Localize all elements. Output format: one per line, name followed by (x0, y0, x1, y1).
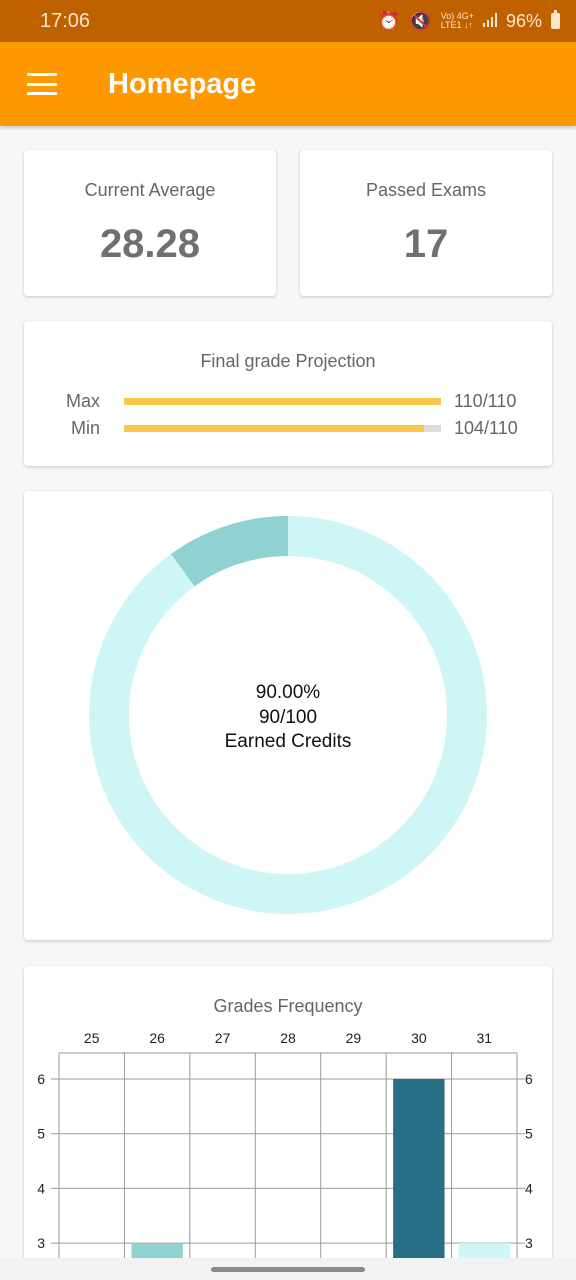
x-tick-label-25: 25 (84, 1030, 100, 1046)
projection-min-track (124, 425, 441, 432)
projection-min-bar (124, 425, 424, 432)
x-tick-label-31: 31 (476, 1030, 492, 1046)
grade-projection-card: Final grade Projection Max 110/110 Min 1… (24, 321, 552, 466)
current-average-label: Current Average (84, 180, 216, 200)
status-bar: 17:06 ⏰ 🔇 Vo) 4G+ LTE1 ↓↑ 96% (0, 0, 576, 42)
credits-caption: Earned Credits (224, 731, 352, 752)
x-tick-label-29: 29 (346, 1030, 362, 1046)
signal-icon (482, 11, 497, 32)
projection-max-track (124, 398, 441, 405)
credits-percent: 90.00% (255, 682, 321, 703)
y-tick-label-left: 3 (37, 1235, 45, 1251)
projection-title: Final grade Projection (200, 351, 376, 371)
projection-max-value: 110/110 (454, 391, 517, 411)
current-average-card: Current Average 28.28 (24, 150, 276, 296)
x-tick-label-28: 28 (280, 1030, 296, 1046)
y-tick-label-right: 4 (525, 1180, 533, 1196)
y-tick-label-right: 6 (525, 1071, 533, 1087)
y-tick-label-left: 5 (37, 1126, 45, 1142)
navigation-bar (0, 1258, 576, 1280)
status-icons: ⏰ 🔇 Vo) 4G+ LTE1 ↓↑ 96% (377, 10, 560, 32)
home-gesture-handle[interactable] (211, 1267, 365, 1272)
projection-max-row: Max 110/110 (24, 391, 552, 415)
credits-center-text: 90.00% 90/100 Earned Credits (24, 681, 552, 755)
grades-frequency-card: Grades Frequency 3 3 4 4 5 5 6 6 25 26 27 28 29 30 31 (24, 966, 552, 1280)
passed-exams-value: 17 (403, 222, 449, 266)
app-bar: Homepage (0, 42, 576, 126)
x-tick-label-26: 26 (149, 1030, 165, 1046)
battery-percent: 96% (505, 10, 542, 31)
y-tick-label-left: 4 (37, 1180, 45, 1196)
y-tick-label-right: 5 (525, 1126, 533, 1142)
mute-icon: 🔇 (409, 10, 432, 31)
current-average-value: 28.28 (99, 222, 201, 266)
x-tick-label-30: 30 (411, 1030, 427, 1046)
passed-exams-card: Passed Exams 17 (300, 150, 552, 296)
projection-min-label: Min (70, 418, 100, 438)
status-time: 17:06 (40, 9, 91, 32)
grade-bar-30 (393, 1079, 445, 1280)
alarm-icon: ⏰ (377, 10, 401, 31)
y-tick-label-right: 3 (525, 1235, 533, 1251)
projection-min-value: 104/110 (454, 418, 518, 438)
projection-max-label: Max (65, 391, 100, 411)
x-tick-label-27: 27 (215, 1030, 231, 1046)
earned-credits-card: 90.00% 90/100 Earned Credits (24, 491, 552, 940)
hamburger-menu-icon[interactable] (27, 73, 57, 95)
credits-donut-segment (171, 516, 289, 587)
network-indicator: Vo) 4G+ LTE1 ↓↑ (440, 11, 474, 30)
y-tick-label-left: 6 (37, 1071, 45, 1087)
credits-fraction: 90/100 (258, 706, 318, 728)
passed-exams-label: Passed Exams (365, 180, 487, 200)
grades-frequency-chart: 3 3 4 4 5 5 6 6 25 26 27 28 29 30 31 (37, 1030, 533, 1280)
page-title: Homepage (108, 67, 257, 100)
projection-min-row: Min 104/110 (24, 418, 552, 442)
battery-icon (551, 10, 560, 29)
projection-max-bar (124, 398, 441, 405)
